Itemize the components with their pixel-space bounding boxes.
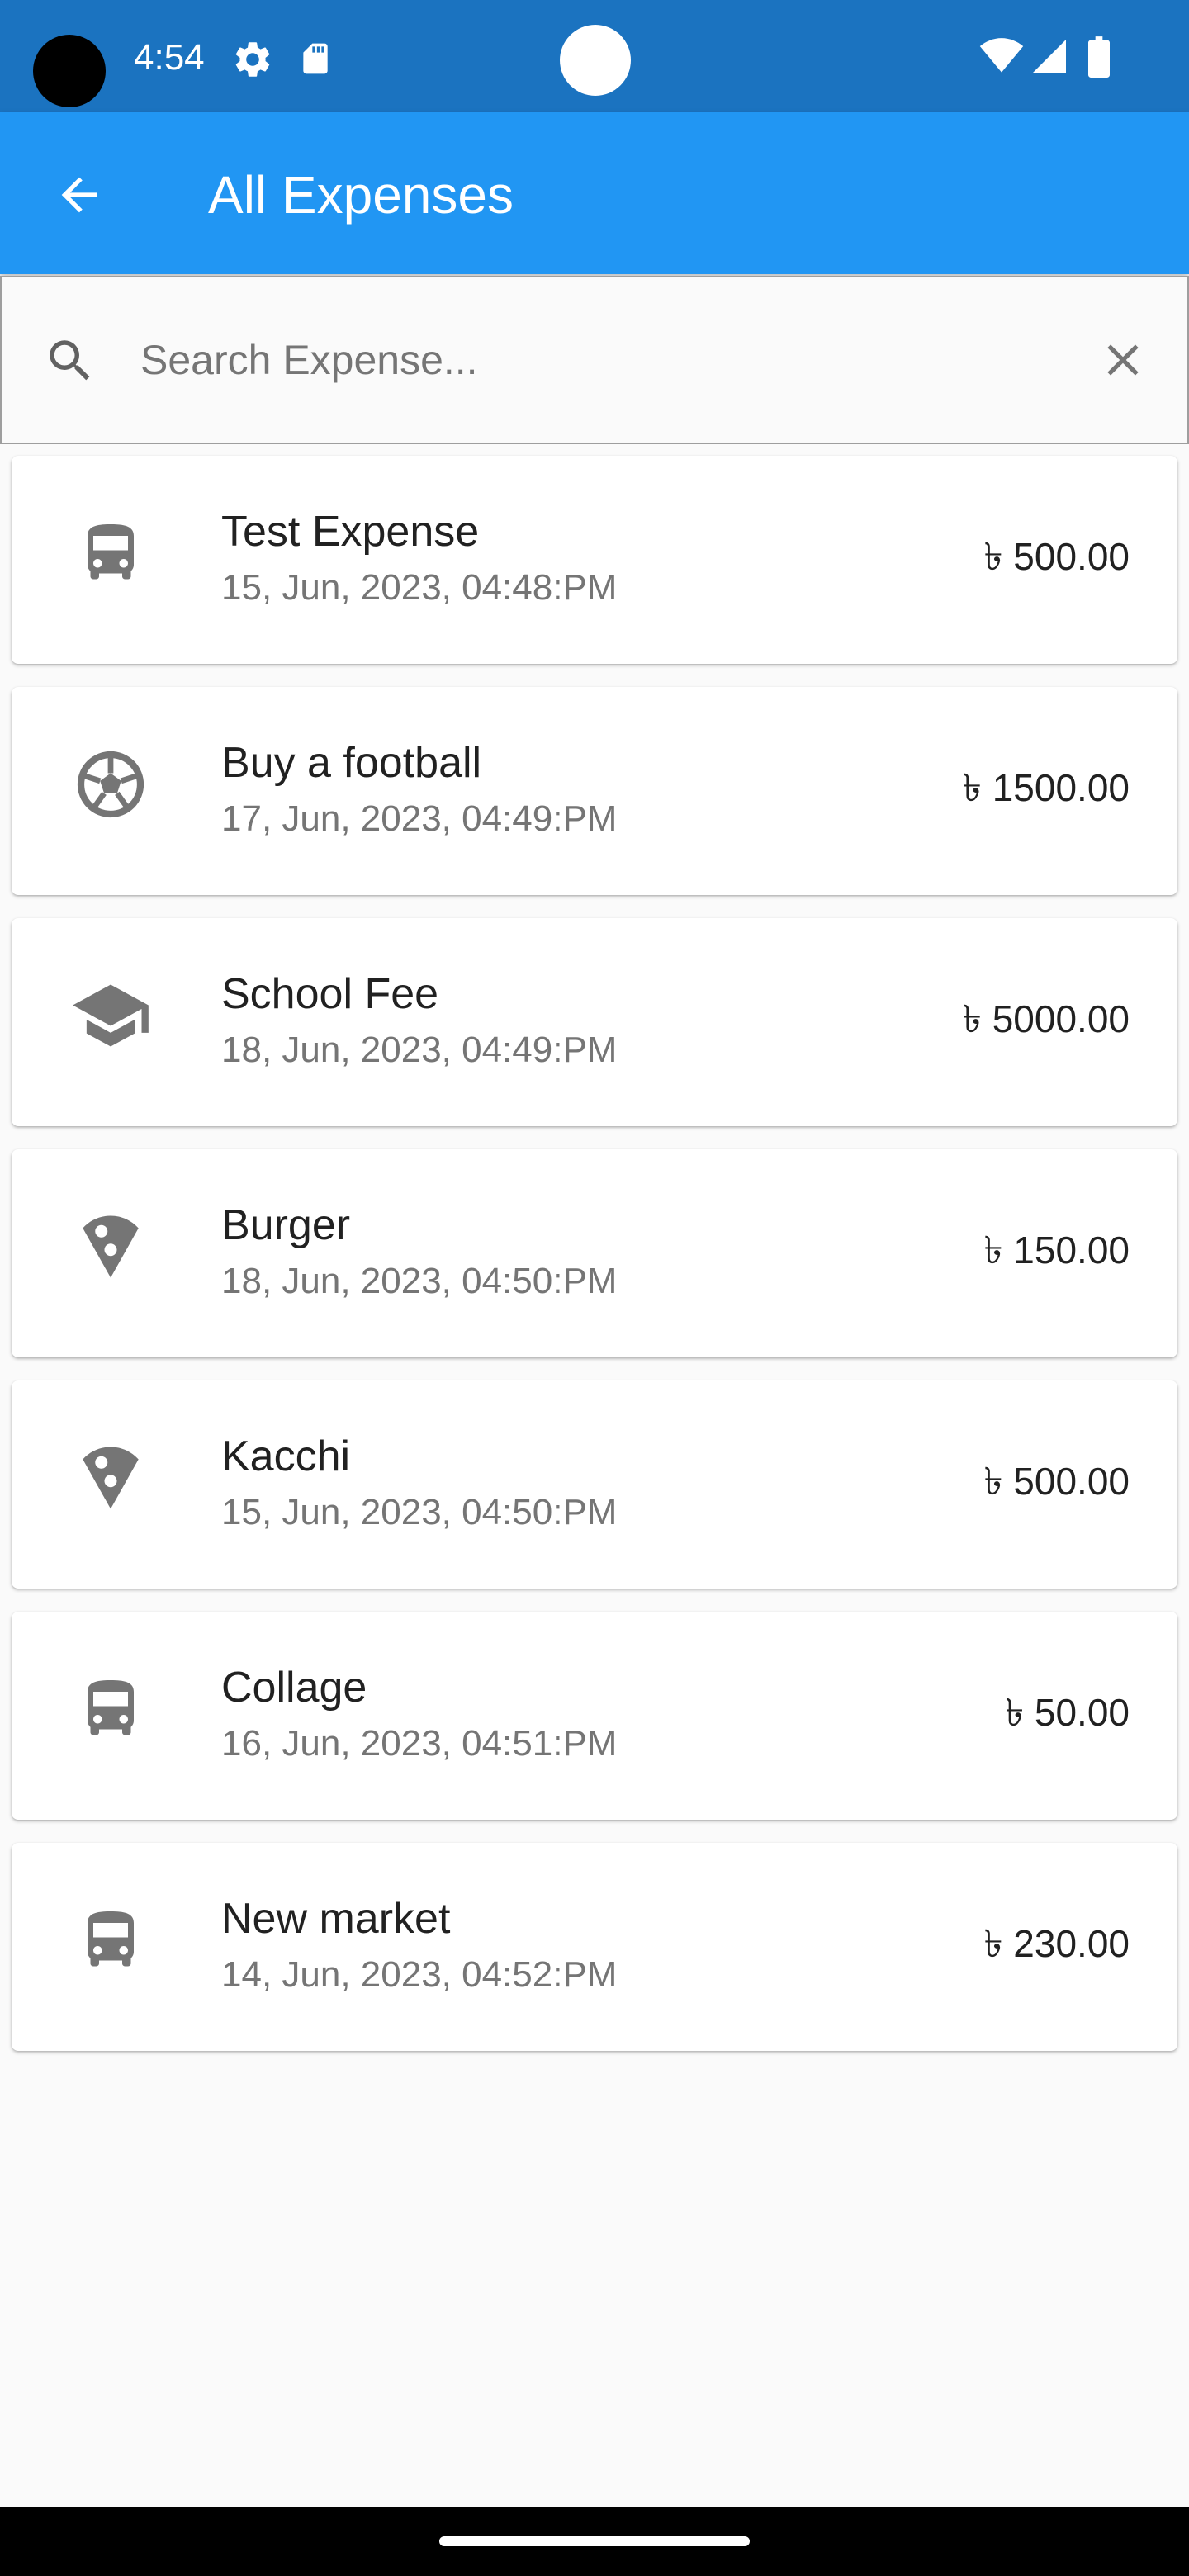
expense-card[interactable]: Test Expense 15, Jun, 2023, 04:48:PM ৳ 5… xyxy=(12,456,1177,664)
expense-date: 15, Jun, 2023, 04:50:PM xyxy=(221,1492,618,1532)
battery-icon xyxy=(1088,36,1110,78)
pizza-icon xyxy=(83,1447,139,1509)
expense-card[interactable]: Collage 16, Jun, 2023, 04:51:PM ৳ 50.00 xyxy=(12,1612,1177,1820)
expense-amount: ৳ 500.00 xyxy=(983,535,1130,578)
expense-title: Kacchi xyxy=(221,1432,351,1480)
expense-card[interactable]: Buy a football 17, Jun, 2023, 04:49:PM ৳… xyxy=(12,687,1177,895)
expense-card[interactable]: School Fee 18, Jun, 2023, 04:49:PM ৳ 500… xyxy=(12,918,1177,1126)
expense-title: New market xyxy=(221,1895,451,1943)
expense-date: 15, Jun, 2023, 04:48:PM xyxy=(221,567,618,608)
football-icon xyxy=(77,751,144,818)
status-bar: 4:54 xyxy=(0,0,1189,112)
expense-date: 18, Jun, 2023, 04:49:PM xyxy=(221,1030,618,1070)
expense-title: Burger xyxy=(221,1201,351,1249)
expense-category-icon xyxy=(59,733,162,836)
expense-title: Buy a football xyxy=(221,739,482,787)
school-icon xyxy=(73,984,149,1047)
page-title: All Expenses xyxy=(208,165,514,225)
expense-title: Collage xyxy=(221,1664,367,1712)
bus-icon xyxy=(88,1911,134,1967)
expense-amount: ৳ 230.00 xyxy=(983,1922,1130,1965)
status-time: 4:54 xyxy=(134,37,205,78)
search-icon xyxy=(50,340,90,381)
expense-amount: ৳ 500.00 xyxy=(983,1460,1130,1503)
expense-amount: ৳ 150.00 xyxy=(983,1229,1130,1271)
expense-category-icon xyxy=(59,1196,162,1298)
pizza-icon xyxy=(83,1215,139,1278)
expense-date: 16, Jun, 2023, 04:51:PM xyxy=(221,1723,618,1764)
expense-card[interactable]: Burger 18, Jun, 2023, 04:50:PM ৳ 150.00 xyxy=(12,1149,1177,1357)
close-icon xyxy=(1107,344,1139,376)
expense-title: School Fee xyxy=(221,970,439,1018)
expense-card[interactable]: New market 14, Jun, 2023, 04:52:PM ৳ 230… xyxy=(12,1843,1177,2051)
sd-card-icon xyxy=(303,43,328,74)
clear-search-button[interactable] xyxy=(1083,320,1163,400)
bus-icon xyxy=(88,1680,134,1735)
expense-category-icon xyxy=(59,964,162,1067)
expense-date: 14, Jun, 2023, 04:52:PM xyxy=(221,1954,618,1995)
app-bar: All Expenses xyxy=(0,112,1189,274)
expense-title: Test Expense xyxy=(221,508,480,556)
expense-amount: ৳ 50.00 xyxy=(1005,1691,1130,1734)
signal-icon xyxy=(1033,40,1066,73)
expense-category-icon xyxy=(59,502,162,604)
arrow-back-icon xyxy=(61,177,97,213)
expense-date: 17, Jun, 2023, 04:49:PM xyxy=(221,798,618,839)
back-button[interactable] xyxy=(40,155,119,234)
expense-date: 18, Jun, 2023, 04:50:PM xyxy=(221,1261,618,1301)
search-bar xyxy=(0,276,1189,444)
search-input[interactable] xyxy=(140,319,1032,401)
wifi-icon xyxy=(979,38,1024,73)
expense-category-icon xyxy=(59,1427,162,1529)
search-icon-container xyxy=(43,334,97,388)
expense-category-icon xyxy=(59,1658,162,1760)
settings-icon xyxy=(235,42,270,77)
expense-list: Test Expense 15, Jun, 2023, 04:48:PM ৳ 5… xyxy=(12,456,1177,2074)
expense-amount: ৳ 1500.00 xyxy=(963,766,1130,809)
home-gesture-handle[interactable] xyxy=(439,2536,750,2546)
camera-cutout xyxy=(33,35,106,107)
system-navigation-bar xyxy=(0,2507,1189,2576)
expense-amount: ৳ 5000.00 xyxy=(963,997,1130,1040)
front-camera-dot xyxy=(560,25,631,96)
expense-category-icon xyxy=(59,1889,162,1991)
expense-card[interactable]: Kacchi 15, Jun, 2023, 04:50:PM ৳ 500.00 xyxy=(12,1380,1177,1589)
bus-icon xyxy=(88,524,134,580)
